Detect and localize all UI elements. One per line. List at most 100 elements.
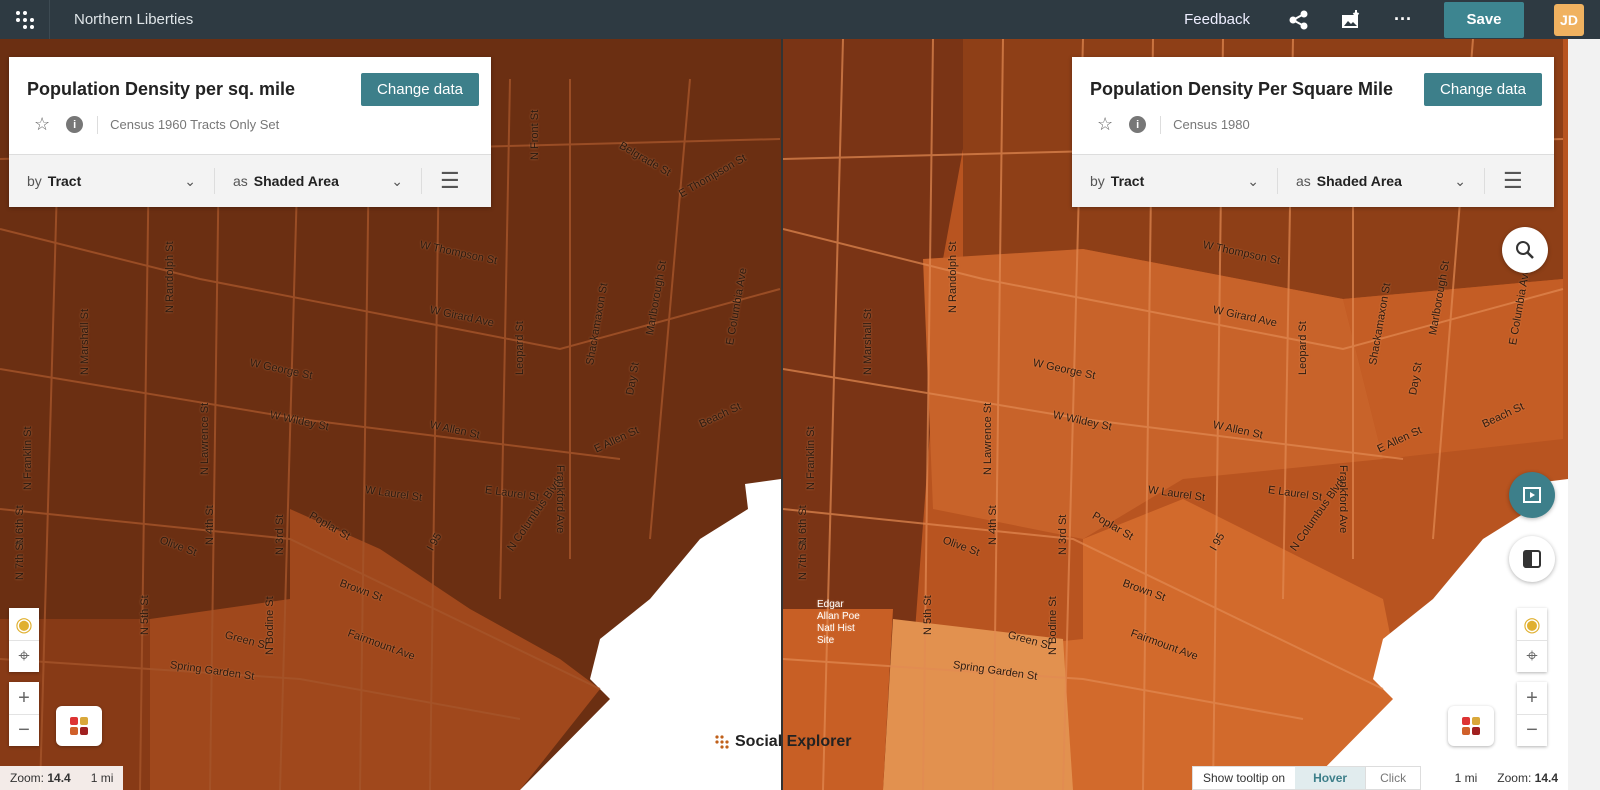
- street-label: N Bodine St: [1047, 596, 1059, 655]
- dataset-name: Census 1980: [1173, 117, 1250, 132]
- legend-button[interactable]: [1448, 706, 1494, 746]
- tooltip-label: Show tooltip on: [1203, 771, 1286, 785]
- logo-text: Social Explorer: [735, 733, 852, 750]
- street-label: Leopard St: [514, 321, 526, 375]
- hover-option[interactable]: Hover: [1295, 767, 1366, 789]
- street-label: N 7th St: [797, 540, 809, 580]
- scale-label: 1 mi: [90, 771, 114, 785]
- geography-dropdown[interactable]: by Tract ⌄: [1072, 166, 1277, 196]
- zoom-label: Zoom:: [10, 771, 45, 785]
- save-button[interactable]: Save: [1444, 1, 1524, 38]
- project-title[interactable]: Northern Liberties: [74, 11, 193, 28]
- as-value: Shaded Area: [253, 173, 339, 189]
- more-icon[interactable]: ···: [1388, 5, 1418, 35]
- panel-title: Population Density per sq. mile: [27, 79, 296, 99]
- panel-title: Population Density Per Square Mile: [1090, 79, 1394, 99]
- logo-dots-icon: [715, 735, 729, 749]
- left-map[interactable]: W Thompson St W Girard Ave W George St W Wi…: [0, 39, 781, 790]
- social-explorer-logo: Social Explorer: [715, 733, 852, 751]
- chevron-down-icon: ⌄: [391, 172, 403, 189]
- street-label: N Randolph St: [947, 241, 959, 313]
- as-value: Shaded Area: [1316, 173, 1402, 189]
- info-icon[interactable]: i: [66, 116, 84, 133]
- street-label: N Front St: [529, 109, 541, 160]
- zoom-controls: + −: [1517, 682, 1547, 746]
- legend-icon: [1462, 717, 1480, 735]
- chevron-down-icon: ⌄: [1454, 172, 1466, 189]
- visualization-dropdown[interactable]: as Shaded Area ⌄: [215, 166, 421, 196]
- street-label: N 4th St: [204, 505, 216, 545]
- star-icon[interactable]: ☆: [34, 114, 50, 135]
- street-label: N Marshall St: [862, 308, 874, 375]
- street-label: N Lawrence St: [982, 402, 994, 475]
- presentation-button[interactable]: [1509, 472, 1555, 518]
- pin-icon[interactable]: ◉: [9, 608, 39, 640]
- zoom-value: 14.4: [47, 771, 71, 785]
- locate-icon[interactable]: ⌖: [1517, 640, 1547, 672]
- apps-button[interactable]: [0, 0, 50, 39]
- info-icon[interactable]: i: [1129, 116, 1147, 133]
- right-gutter: [1568, 39, 1600, 790]
- geography-dropdown[interactable]: by Tract ⌄: [9, 166, 214, 196]
- street-label: N 5th St: [139, 595, 151, 635]
- zoom-label: Zoom:: [1497, 771, 1532, 785]
- split-view-icon: [1523, 550, 1541, 568]
- avatar[interactable]: JD: [1554, 3, 1584, 36]
- by-prefix: by: [1090, 173, 1105, 189]
- street-label: N Marshall St: [79, 308, 91, 375]
- change-data-button[interactable]: Change data: [1424, 73, 1542, 106]
- play-icon: [1523, 487, 1541, 503]
- right-map[interactable]: W Thompson St W Girard Ave W George St W Wi…: [783, 39, 1568, 790]
- street-label: N 3rd St: [1057, 514, 1069, 555]
- street-label: N 5th St: [922, 595, 934, 635]
- legend-button[interactable]: [56, 706, 102, 746]
- visualization-dropdown[interactable]: as Shaded Area ⌄: [1278, 166, 1484, 196]
- left-data-panel: Population Density per sq. mile Change d…: [9, 57, 491, 207]
- zoom-status: 1 mi Zoom: 14.4: [1444, 766, 1568, 790]
- street-label: Frankford Ave: [554, 465, 566, 534]
- tooltip-mode-toggle: Show tooltip on Hover Click: [1192, 766, 1422, 790]
- pin-icon[interactable]: ◉: [1517, 608, 1547, 640]
- street-label: N Randolph St: [164, 241, 176, 313]
- zoom-controls: + −: [9, 682, 39, 746]
- export-image-icon[interactable]: [1336, 5, 1366, 35]
- zoom-out-button[interactable]: −: [9, 714, 39, 746]
- zoom-in-button[interactable]: +: [1517, 682, 1547, 714]
- by-value: Tract: [47, 173, 82, 189]
- search-button[interactable]: [1502, 227, 1548, 273]
- street-label: N 7th St: [14, 540, 26, 580]
- click-option[interactable]: Click: [1365, 767, 1420, 789]
- change-data-button[interactable]: Change data: [361, 73, 479, 106]
- zoom-in-button[interactable]: +: [9, 682, 39, 714]
- feedback-button[interactable]: Feedback: [1184, 11, 1250, 28]
- menu-button[interactable]: ☰: [1485, 166, 1541, 196]
- zoom-value: 14.4: [1534, 771, 1558, 785]
- as-prefix: as: [1296, 173, 1311, 189]
- location-controls: ◉ ⌖: [9, 608, 39, 672]
- locate-icon[interactable]: ⌖: [9, 640, 39, 672]
- poi-label[interactable]: Edgar Allan Poe Natl Hist Site: [817, 599, 867, 647]
- menu-button[interactable]: ☰: [422, 166, 478, 196]
- scale-label: 1 mi: [1454, 771, 1478, 785]
- street-label: Leopard St: [1297, 321, 1309, 375]
- star-icon[interactable]: ☆: [1097, 114, 1113, 135]
- zoom-out-button[interactable]: −: [1517, 714, 1547, 746]
- share-icon[interactable]: [1284, 5, 1314, 35]
- by-prefix: by: [27, 173, 42, 189]
- chevron-down-icon: ⌄: [1247, 172, 1259, 189]
- legend-icon: [70, 717, 88, 735]
- dataset-name: Census 1960 Tracts Only Set: [110, 117, 280, 132]
- apps-icon: [15, 10, 34, 29]
- street-label: N Lawrence St: [199, 402, 211, 475]
- compare-button[interactable]: [1509, 536, 1555, 582]
- right-data-panel: Population Density Per Square Mile Chang…: [1072, 57, 1554, 207]
- search-icon: [1516, 241, 1534, 259]
- zoom-status: Zoom: 14.4 1 mi: [0, 766, 124, 790]
- street-label: Frankford Ave: [1337, 465, 1349, 534]
- street-label: N Franklin St: [805, 426, 817, 490]
- location-controls: ◉ ⌖: [1517, 608, 1547, 672]
- street-label: N Franklin St: [22, 426, 34, 490]
- street-label: N Bodine St: [264, 596, 276, 655]
- street-label: N 3rd St: [274, 514, 286, 555]
- as-prefix: as: [233, 173, 248, 189]
